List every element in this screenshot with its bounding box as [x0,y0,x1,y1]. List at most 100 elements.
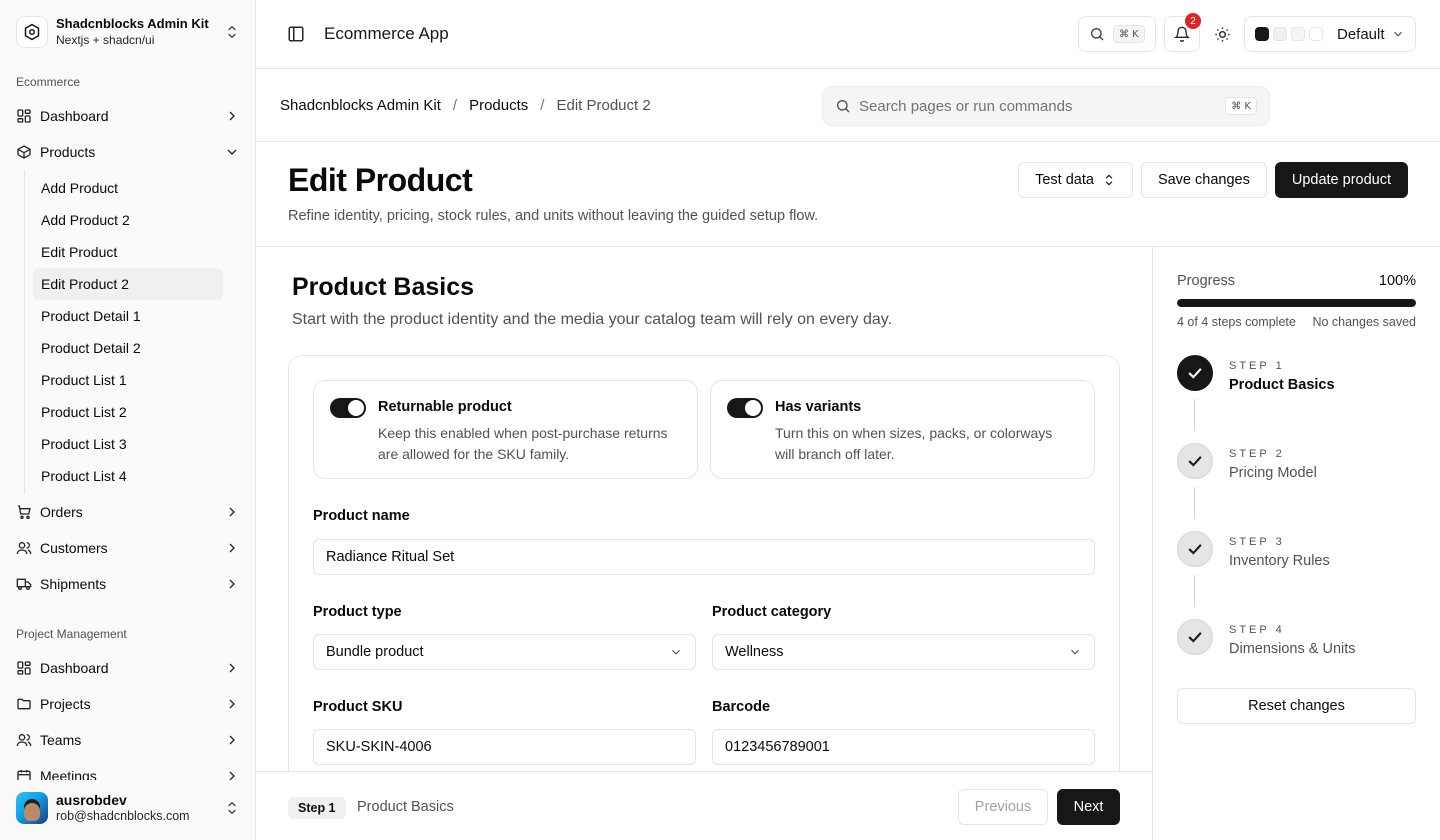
toggle-description: Turn this on when sizes, packs, or color… [775,425,1053,462]
sidebar-item-shipments[interactable]: Shipments [8,566,248,602]
product-name-field[interactable]: Radiance Ritual Set [313,539,1095,575]
sidebar-subitem-edit-product-2[interactable]: Edit Product 2 [33,268,223,300]
theme-swatch [1273,27,1287,41]
notification-count-badge: 2 [1185,13,1201,29]
command-search-shortcut: ⌘ K [1225,97,1257,115]
step-title: Inventory Rules [1229,553,1330,569]
sidebar-item-teams[interactable]: Teams [8,722,248,758]
returnable-switch[interactable] [330,398,366,418]
stepper-step-2[interactable]: STEP 2 Pricing Model [1177,443,1416,483]
layout-dashboard-icon [17,661,31,675]
chevron-right-icon [229,543,235,553]
next-button[interactable]: Next [1057,789,1120,825]
chevron-down-icon [672,649,680,655]
chevron-right-icon [229,771,235,780]
sidebar-item-dashboard[interactable]: Dashboard [8,98,248,134]
chevron-right-icon [229,699,235,709]
breadcrumb-current: Edit Product 2 [556,96,651,114]
product-type-select[interactable]: Bundle product [313,634,696,670]
user-name: ausrobdev [56,792,127,808]
barcode-field[interactable]: 0123456789001 [712,729,1095,765]
step-title: Product Basics [1229,377,1335,393]
step-footer: Step 1 Product Basics Previous Next [256,771,1152,840]
returnable-toggle-card[interactable]: Returnable product Keep this enabled whe… [313,380,698,479]
save-changes-button[interactable]: Save changes [1140,162,1267,198]
chevron-right-icon [229,579,235,589]
progress-bar [1177,299,1416,307]
stepper-step-3[interactable]: STEP 3 Inventory Rules [1177,531,1416,571]
sidebar-item-label: Orders [40,504,83,520]
sidebar-item-products[interactable]: Products [8,134,248,170]
cart-icon [18,505,31,519]
chevron-down-icon [1394,31,1402,37]
breadcrumb-bar: Shadcnblocks Admin Kit / Products / Edit… [256,69,1440,142]
sidebar-subitem-add-product[interactable]: Add Product [33,172,223,204]
breadcrumb-separator: / [452,96,458,114]
sidebar-nav[interactable]: Ecommerce Dashboard Products Add Product… [0,66,256,780]
section-description: Start with the product identity and the … [292,311,893,328]
command-search-input[interactable] [859,97,1226,115]
sidebar-subitem-product-list-1[interactable]: Product List 1 [33,364,223,396]
step-connector [1194,487,1195,519]
step-complete-check-icon [1177,355,1213,391]
sidebar-item-label: Dashboard [40,660,109,676]
sidebar-item-orders[interactable]: Orders [8,494,248,530]
reset-changes-button[interactable]: Reset changes [1177,688,1416,724]
test-data-button[interactable]: Test data [1018,162,1133,198]
sidebar-subitem-product-detail-1[interactable]: Product Detail 1 [33,300,223,332]
theme-preset-select[interactable]: Default [1244,16,1416,52]
sidebar-item-pm-dashboard[interactable]: Dashboard [8,650,248,686]
step-kicker: STEP 1 [1229,360,1285,372]
theme-toggle-button[interactable] [1204,16,1240,52]
product-sku-label: Product SKU [313,699,403,715]
command-search[interactable]: ⌘ K [822,86,1270,126]
product-sku-field[interactable]: SKU-SKIN-4006 [313,729,696,765]
breadcrumb-separator: / [540,96,545,114]
sidebar-item-label: Teams [40,732,82,748]
step-complete-check-icon [1177,531,1213,567]
search-icon [1091,28,1104,41]
toggle-title: Returnable product [378,399,512,415]
team-subtitle: Nextjs + shadcn/ui [56,33,155,47]
search-button[interactable]: ⌘ K [1078,16,1156,52]
sidebar-item-projects[interactable]: Projects [8,686,248,722]
sidebar-subitem-product-list-2[interactable]: Product List 2 [33,396,223,428]
variants-toggle-card[interactable]: Has variants Turn this on when sizes, pa… [710,380,1095,479]
chevron-down-icon [227,149,237,155]
sidebar-subitem-product-list-3[interactable]: Product List 3 [33,428,223,460]
chevron-right-icon [229,735,235,745]
sidebar-subitem-add-product-2[interactable]: Add Product 2 [33,204,223,236]
sidebar-subitem-product-list-4[interactable]: Product List 4 [33,460,223,492]
sidebar-subitem-product-detail-2[interactable]: Product Detail 2 [33,332,223,364]
sidebar-toggle-button[interactable] [280,18,312,50]
sidebar-item-customers[interactable]: Customers [8,530,248,566]
search-icon [837,100,850,113]
chevrons-up-down-icon [228,25,236,39]
product-type-value: Bundle product [326,644,424,660]
progress-label: Progress [1177,273,1236,289]
sidebar-subitem-edit-product[interactable]: Edit Product [33,236,223,268]
barcode-value: 0123456789001 [725,739,830,755]
toggle-description: Keep this enabled when post-purchase ret… [378,425,668,462]
form-area: Product Basics Start with the product id… [256,247,1153,840]
update-product-button[interactable]: Update product [1274,162,1408,198]
team-switcher[interactable]: Shadcnblocks Admin Kit Nextjs + shadcn/u… [8,8,248,56]
previous-button[interactable]: Previous [958,789,1048,825]
product-category-select[interactable]: Wellness [712,634,1095,670]
product-category-value: Wellness [725,644,784,660]
variants-switch[interactable] [727,398,763,418]
step-connector [1194,399,1195,431]
stepper-step-4[interactable]: STEP 4 Dimensions & Units [1177,619,1416,659]
progress-bar-fill [1177,299,1416,307]
user-menu[interactable]: ausrobdev rob@shadcnblocks.com [8,784,248,832]
team-name: Shadcnblocks Admin Kit [56,16,209,31]
breadcrumb-item[interactable]: Shadcnblocks Admin Kit [280,97,441,114]
saved-status-text: No changes saved [1312,315,1416,329]
sidebar-item-meetings[interactable]: Meetings [8,758,248,780]
step-kicker: STEP 3 [1229,536,1285,548]
group-label-project-management: Project Management [16,627,127,641]
product-name-label: Product name [313,508,410,524]
notifications-button[interactable]: 2 [1164,13,1201,52]
stepper-step-1[interactable]: STEP 1 Product Basics [1177,355,1416,395]
breadcrumb-item[interactable]: Products [469,97,528,114]
